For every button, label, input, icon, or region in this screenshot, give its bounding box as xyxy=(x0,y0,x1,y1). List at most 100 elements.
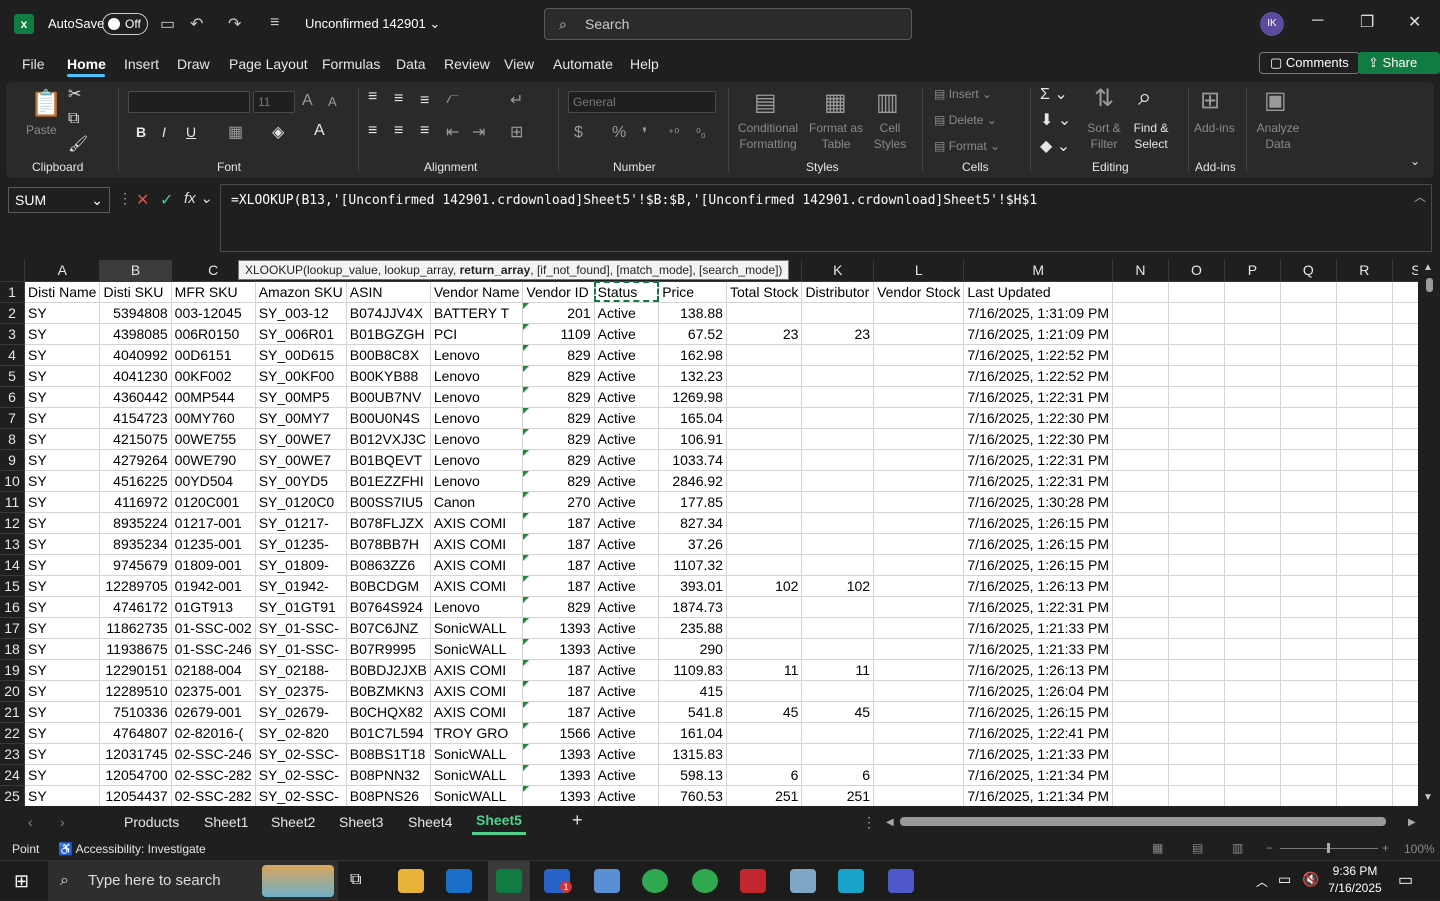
column-header-b[interactable]: B xyxy=(99,260,172,282)
scroll-left-icon[interactable]: ◀ xyxy=(886,817,894,828)
tab-sheet5[interactable]: Sheet5 xyxy=(476,812,522,828)
cell[interactable] xyxy=(1336,638,1393,660)
cell[interactable] xyxy=(1336,701,1393,723)
row-header[interactable]: 13 xyxy=(0,533,25,555)
cell[interactable]: 2846.92 xyxy=(658,470,727,492)
cell[interactable]: 4116972 xyxy=(99,491,172,513)
cell[interactable] xyxy=(1112,281,1169,303)
customize-quick-access-icon[interactable]: ≡ xyxy=(270,14,279,32)
cell[interactable] xyxy=(1224,701,1281,723)
cell[interactable]: SY_00D615 xyxy=(255,344,347,366)
cell[interactable] xyxy=(1168,743,1226,765)
cell[interactable]: AXIS COMI xyxy=(430,575,524,597)
cell[interactable]: SY xyxy=(24,365,101,387)
cell[interactable] xyxy=(1280,491,1337,513)
cell[interactable] xyxy=(1224,680,1281,702)
undo-icon[interactable]: ↶ xyxy=(190,14,203,34)
cell[interactable] xyxy=(726,386,803,408)
cell[interactable]: 4398085 xyxy=(99,323,172,345)
top-align-icon[interactable]: ≡ xyxy=(368,88,377,106)
cell[interactable]: Active xyxy=(594,365,660,387)
cell[interactable]: Status xyxy=(594,281,660,303)
cell[interactable] xyxy=(801,365,875,387)
cell[interactable]: 829 xyxy=(522,449,595,471)
cell[interactable] xyxy=(1168,680,1226,702)
cell[interactable] xyxy=(1224,302,1281,324)
menu-help[interactable]: Help xyxy=(630,56,659,72)
copy-icon[interactable]: ⧉ xyxy=(68,110,79,128)
cell[interactable]: Active xyxy=(594,659,660,681)
cell[interactable] xyxy=(873,617,965,639)
cell[interactable]: SY_01217- xyxy=(255,512,347,534)
cell[interactable] xyxy=(1336,575,1393,597)
cell[interactable] xyxy=(1336,659,1393,681)
cell[interactable]: 201 xyxy=(522,302,595,324)
cell[interactable]: B01EZZFHI xyxy=(346,470,431,492)
cell[interactable]: 12031745 xyxy=(99,743,172,765)
cell[interactable]: SY_02679- xyxy=(255,701,347,723)
cell[interactable]: Lenovo xyxy=(430,344,524,366)
cell[interactable]: SY xyxy=(24,386,101,408)
cell[interactable]: Disti Name xyxy=(24,281,101,303)
cell[interactable] xyxy=(1280,323,1337,345)
cell[interactable]: 4360442 xyxy=(99,386,172,408)
cell[interactable]: Active xyxy=(594,701,660,723)
cell[interactable] xyxy=(801,386,875,408)
cell[interactable]: 4764807 xyxy=(99,722,172,744)
insert-cells-button[interactable]: ▤ Insert ⌄ xyxy=(934,86,992,102)
format-painter-icon[interactable]: 🖌 xyxy=(68,134,88,154)
windows-start-icon[interactable]: ⊞ xyxy=(14,871,29,892)
cell[interactable] xyxy=(1224,281,1281,303)
cell[interactable] xyxy=(726,743,803,765)
cell[interactable]: SY_01942- xyxy=(255,575,347,597)
format-as-table-label[interactable]: Format as Table xyxy=(808,120,864,152)
row-header[interactable]: 15 xyxy=(0,575,25,597)
cell[interactable] xyxy=(1224,785,1281,806)
cell[interactable]: 270 xyxy=(522,491,595,513)
cell[interactable]: SY_02375- xyxy=(255,680,347,702)
cell[interactable]: 01217-001 xyxy=(171,512,256,534)
cell[interactable] xyxy=(1112,554,1169,576)
row-header[interactable]: 2 xyxy=(0,302,25,324)
column-header-r[interactable]: R xyxy=(1336,260,1393,282)
cell[interactable]: 9745679 xyxy=(99,554,172,576)
cell[interactable] xyxy=(1336,596,1393,618)
cell[interactable]: B0BZMKN3 xyxy=(346,680,431,702)
cell[interactable]: 7/16/2025, 1:22:30 PM xyxy=(963,407,1114,429)
cell[interactable]: SY_003-12 xyxy=(255,302,347,324)
cell[interactable]: SY xyxy=(24,512,101,534)
cell[interactable] xyxy=(1224,659,1281,681)
cell[interactable]: 6 xyxy=(801,764,875,786)
select-all-corner[interactable] xyxy=(0,260,25,282)
cell[interactable]: SY xyxy=(24,575,101,597)
cell[interactable]: 006R0150 xyxy=(171,323,256,345)
cell[interactable]: 01-SSC-002 xyxy=(171,617,256,639)
row-header[interactable]: 19 xyxy=(0,659,25,681)
cell[interactable] xyxy=(801,407,875,429)
tab-products[interactable]: Products xyxy=(124,814,179,830)
cell[interactable]: 7/16/2025, 1:26:15 PM xyxy=(963,533,1114,555)
cell[interactable] xyxy=(801,743,875,765)
cell[interactable]: 7/16/2025, 1:26:15 PM xyxy=(963,701,1114,723)
cell[interactable]: 00WE790 xyxy=(171,449,256,471)
cell[interactable] xyxy=(873,701,965,723)
cell[interactable]: Active xyxy=(594,743,660,765)
cell[interactable] xyxy=(1224,575,1281,597)
cell[interactable]: 02188-004 xyxy=(171,659,256,681)
cell[interactable]: 290 xyxy=(658,638,727,660)
next-sheet-icon[interactable]: › xyxy=(60,814,65,830)
more-options-icon[interactable]: ⋮ xyxy=(862,814,876,831)
cell-table[interactable]: ABCDEFGHIJKLMNOPQRS 1Disti NameDisti SKU… xyxy=(0,260,1440,806)
cell[interactable] xyxy=(1224,449,1281,471)
cell[interactable] xyxy=(1336,533,1393,555)
cell[interactable]: 829 xyxy=(522,407,595,429)
cell[interactable] xyxy=(1112,386,1169,408)
font-size-combo[interactable]: 11 xyxy=(253,91,295,113)
cell[interactable] xyxy=(1112,743,1169,765)
cell[interactable]: 187 xyxy=(522,575,595,597)
cell[interactable] xyxy=(1280,701,1337,723)
cell[interactable] xyxy=(873,764,965,786)
cell[interactable]: Lenovo xyxy=(430,596,524,618)
cell[interactable]: 598.13 xyxy=(658,764,727,786)
cell[interactable]: SY xyxy=(24,701,101,723)
